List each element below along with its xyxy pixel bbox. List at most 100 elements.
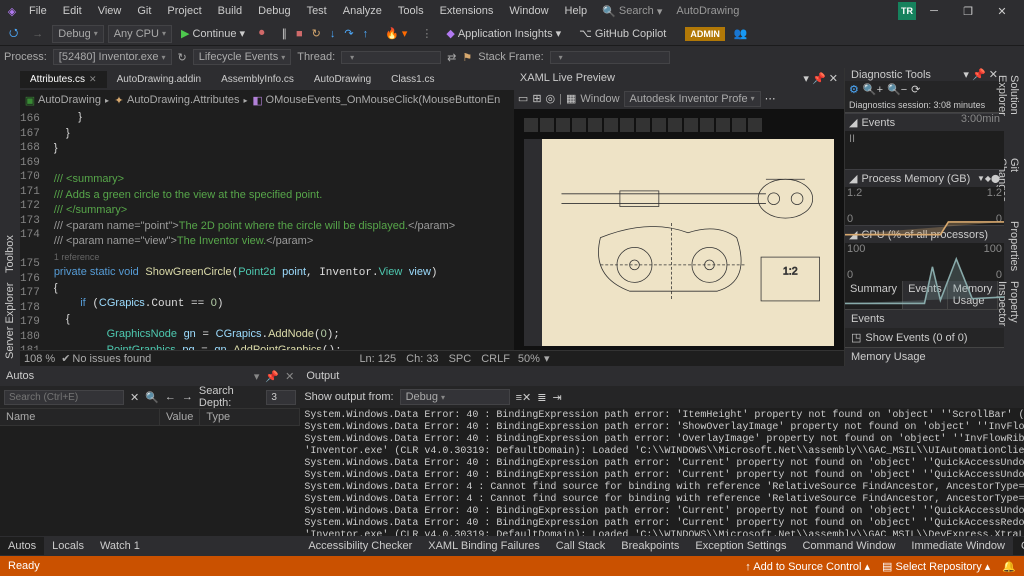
menu-search[interactable]: 🔍 Search ▾: [602, 5, 662, 18]
user-badge[interactable]: TR: [898, 2, 916, 20]
bottom-tab[interactable]: Exception Settings: [687, 537, 794, 555]
live-share-icon[interactable]: 👥: [729, 25, 753, 42]
cad-drawing[interactable]: 1:2: [542, 139, 834, 346]
search-next-icon[interactable]: →: [182, 391, 193, 403]
xaml-canvas[interactable]: 1:2: [514, 110, 844, 350]
pin-icon[interactable]: 📌: [972, 69, 986, 81]
pin-icon[interactable]: 📌: [812, 73, 826, 85]
process-combo[interactable]: [52480] Inventor.exe▾: [53, 49, 172, 65]
more-icon[interactable]: ⋯: [765, 92, 776, 105]
restore-button[interactable]: ❐: [952, 0, 984, 22]
step-over-icon[interactable]: ↷: [344, 27, 353, 40]
menu-test[interactable]: Test: [300, 2, 334, 20]
menu-extensions[interactable]: Extensions: [433, 2, 501, 20]
dropdown-icon[interactable]: ▾: [963, 69, 969, 81]
menu-window[interactable]: Window: [502, 2, 555, 20]
config-combo[interactable]: Debug▾: [52, 25, 103, 43]
platform-combo[interactable]: Any CPU▾: [108, 25, 172, 43]
github-copilot[interactable]: ⌥GitHub Copilot: [574, 25, 671, 42]
left-tool-margin[interactable]: Server ExplorerToolbox: [0, 68, 20, 366]
lifecycle-combo[interactable]: Lifecycle Events▾: [193, 49, 292, 65]
search-go-icon[interactable]: 🔍: [145, 391, 159, 404]
continue-button[interactable]: ▶Continue▾: [176, 25, 250, 42]
notifications-icon[interactable]: 🔔: [1002, 560, 1016, 573]
show-events-link[interactable]: ◳Show Events (0 of 0): [845, 328, 1004, 347]
nav-back-icon[interactable]: ⭯: [4, 22, 23, 45]
code-editor[interactable]: 1661671681691701711721731741751761771781…: [20, 110, 514, 350]
select-icon[interactable]: ▭: [518, 92, 528, 105]
menu-analyze[interactable]: Analyze: [336, 2, 389, 20]
step-into-icon[interactable]: ↓: [330, 28, 336, 40]
doc-tab[interactable]: AutoDrawing.addin: [107, 71, 212, 88]
thread-nav-icon[interactable]: ⇄: [447, 51, 456, 64]
menu-tools[interactable]: Tools: [391, 2, 431, 20]
zoom-reset-icon[interactable]: ⟳: [911, 83, 920, 96]
xaml-target-combo[interactable]: Autodesk Inventor Profe▾: [624, 91, 761, 107]
dropdown-icon[interactable]: ▾: [803, 73, 809, 85]
refresh-icon[interactable]: ↻: [178, 51, 187, 64]
search-prev-icon[interactable]: ←: [165, 391, 176, 403]
thread-flag-icon[interactable]: ⚑: [462, 51, 472, 64]
add-source-control[interactable]: ↑ Add to Source Control ▴: [745, 560, 870, 573]
doc-tab[interactable]: Class1.cs: [381, 71, 444, 88]
zoom-in-icon[interactable]: 🔍+: [863, 83, 883, 96]
doc-tab[interactable]: Attributes.cs ✕: [20, 71, 107, 88]
output-goto-icon[interactable]: ⇥: [552, 391, 561, 404]
close-icon[interactable]: ✕: [829, 73, 838, 85]
cad-ribbon: [524, 118, 834, 136]
zoom-out-icon[interactable]: 🔍−: [887, 83, 907, 96]
menu-debug[interactable]: Debug: [251, 2, 297, 20]
grid-icon[interactable]: ▦: [566, 92, 576, 105]
output-source-combo[interactable]: Debug▾: [400, 389, 510, 405]
debug-controls: ∥ ■ ↻ ↓ ↷ ↑: [274, 25, 377, 42]
bottom-left-tabs[interactable]: Autos Locals Watch 1: [0, 536, 300, 556]
stop-icon[interactable]: ■: [296, 28, 303, 40]
output-clear-icon[interactable]: ≡✕: [516, 391, 532, 404]
autos-columns[interactable]: Name Value Type: [0, 408, 300, 426]
status-bar: Ready ↑ Add to Source Control ▴ ▤ Select…: [0, 556, 1024, 576]
doc-tab[interactable]: AutoDrawing: [304, 71, 381, 88]
select-repository[interactable]: ▤ Select Repository ▴: [882, 560, 990, 573]
svg-text:1:2: 1:2: [783, 266, 798, 278]
search-clear-icon[interactable]: ✕: [130, 391, 139, 404]
menu-edit[interactable]: Edit: [56, 2, 89, 20]
bottom-tab[interactable]: XAML Binding Failures: [420, 537, 547, 555]
pause-icon[interactable]: ∥: [282, 27, 288, 40]
stackframe-combo[interactable]: ▾: [550, 51, 670, 64]
bottom-tab[interactable]: Call Stack: [548, 537, 614, 555]
bottom-tab[interactable]: Output: [1013, 537, 1024, 555]
diag-settings-icon[interactable]: ⚙: [849, 83, 859, 96]
stop-record-icon[interactable]: ⏺: [254, 25, 270, 42]
menu-help[interactable]: Help: [558, 2, 595, 20]
nav-fwd-icon[interactable]: →: [27, 26, 48, 42]
restart-icon[interactable]: ↻: [312, 27, 321, 40]
close-icon[interactable]: ✕: [89, 74, 97, 85]
breadcrumb[interactable]: ▣AutoDrawing▸ ✦AutoDrawing.Attributes▸ ◧…: [20, 90, 514, 110]
filter-icon: ◳: [851, 331, 861, 344]
bottom-right-tabs[interactable]: Accessibility CheckerXAML Binding Failur…: [300, 536, 1024, 556]
bottom-tab[interactable]: Accessibility Checker: [300, 537, 420, 555]
autos-search[interactable]: [4, 390, 124, 405]
search-depth[interactable]: [266, 390, 296, 405]
menu-git[interactable]: Git: [130, 2, 158, 20]
menu-view[interactable]: View: [91, 2, 129, 20]
menu-build[interactable]: Build: [211, 2, 249, 20]
hot-reload-icon[interactable]: 🔥▾: [380, 25, 412, 42]
thread-combo[interactable]: ▾: [341, 51, 441, 64]
output-wrap-icon[interactable]: ≣: [537, 391, 546, 404]
cad-browser[interactable]: [524, 139, 542, 346]
close-button[interactable]: ✕: [986, 0, 1018, 22]
select-target-icon[interactable]: ⊞: [532, 92, 541, 105]
bottom-tab[interactable]: Breakpoints: [613, 537, 687, 555]
bottom-tab[interactable]: Immediate Window: [903, 537, 1013, 555]
step-out-icon[interactable]: ↑: [363, 28, 369, 40]
output-text[interactable]: System.Windows.Data Error: 40 : BindingE…: [300, 408, 1024, 536]
app-insights[interactable]: ◆Application Insights▾: [441, 25, 566, 42]
minimize-button[interactable]: ─: [918, 0, 950, 22]
doc-tab[interactable]: AssemblyInfo.cs: [211, 71, 304, 88]
bottom-tab[interactable]: Command Window: [794, 537, 903, 555]
menu-project[interactable]: Project: [160, 2, 208, 20]
menu-file[interactable]: File: [22, 2, 54, 20]
target-icon[interactable]: ◎: [546, 92, 556, 105]
right-tool-margin[interactable]: Solution ExplorerGit ChangesPropertiesPr…: [1004, 68, 1024, 366]
